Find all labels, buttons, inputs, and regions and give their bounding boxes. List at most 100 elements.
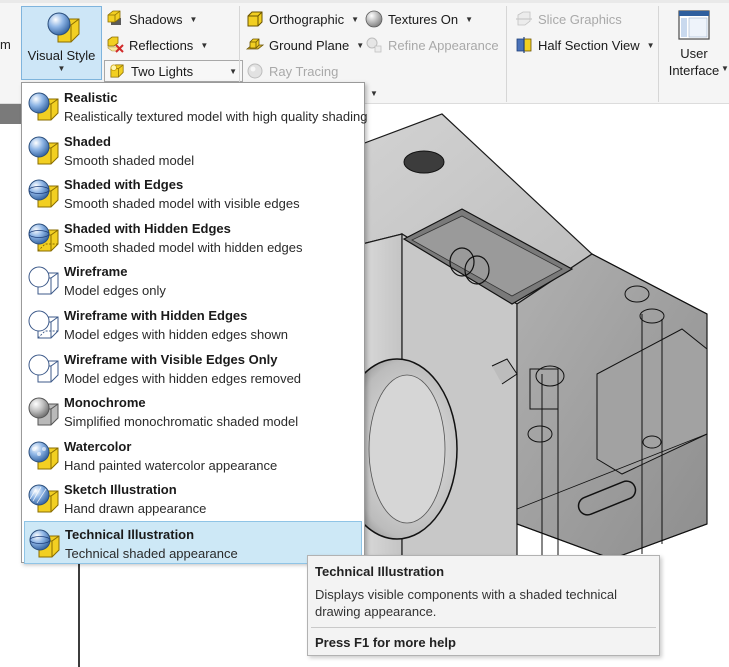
ribbon-separator [506,6,507,102]
menu-item-description: Hand painted watercolor appearance [64,457,278,473]
chevron-down-icon: ▼ [721,64,729,73]
shaded-style-icon [28,136,59,165]
sketch-style-icon [28,484,59,513]
menu-item-title: Monochrome [64,395,146,411]
menu-item-description: Model edges with hidden edges removed [64,370,302,386]
menu-item-title: Wireframe with Visible Edges Only [64,351,278,367]
wireframe-hidden-edges-style-icon [28,310,59,339]
chevron-down-icon: ▼ [200,40,209,50]
visual-style-button[interactable]: Visual Style ▼ [21,6,102,80]
model-top-hole [403,150,445,174]
textures-on-button[interactable]: Textures On ▼ [365,8,473,30]
ribbon-separator [658,6,659,102]
tooltip-separator [311,627,656,628]
menu-item[interactable]: Shaded with Hidden Edges Smooth shaded mo… [24,216,362,259]
menu-item-title: Shaded [64,133,111,149]
menu-item-description: Smooth shaded model [64,152,195,168]
menu-item-description: Hand drawn appearance [64,501,207,517]
menu-item-description: Technical shaded appearance [65,546,238,561]
wireframe-style-icon [28,266,59,295]
chevron-down-icon: ▼ [646,40,655,50]
shaded-hidden-edges-style-icon [28,223,59,252]
half-section-icon [516,37,532,53]
menu-item-description: Simplified monochromatic shaded model [64,414,299,430]
user-interface-label-line2: Interface [668,63,720,78]
menu-item[interactable]: Wireframe Model edges only [24,259,362,302]
shadows-label: Shadows [129,11,183,27]
tooltip-description: Displays visible components with a shade… [315,587,618,619]
ground-plane-icon [246,38,264,50]
ray-tracing-icon [247,63,263,79]
chevron-down-icon: ▼ [465,14,474,24]
textures-sphere-icon [365,10,383,28]
half-section-view-button[interactable]: Half Section View ▼ [515,34,655,56]
shadows-icon [107,10,121,25]
realistic-style-icon [28,92,59,121]
reflections-label: Reflections [129,37,194,53]
refine-appearance-icon [366,37,382,53]
menu-item[interactable]: Watercolor Hand painted watercolor appear… [24,434,362,477]
ray-tracing-button[interactable]: Ray Tracing [246,60,338,82]
light-bulb-icon [110,64,124,78]
menu-item[interactable]: Shaded Smooth shaded model [24,129,362,172]
chevron-down-icon: ▼ [189,14,198,24]
wireframe-visible-edges-style-icon [28,354,59,383]
menu-item[interactable]: Wireframe with Visible Edges Only Model e… [24,347,362,390]
truncated-ribbon-label: m [0,37,11,52]
visual-style-menu: Realistic Realistically textured model wi… [21,82,368,564]
menu-item-description: Smooth shaded model with visible edges [64,196,300,212]
reflections-button[interactable]: Reflections ▼ [106,34,208,56]
monochrome-style-icon [28,397,59,426]
menu-item-description: Model edges with hidden edges shown [64,327,289,342]
slice-graphics-icon [516,11,532,26]
half-section-view-label: Half Section View [538,37,640,53]
orthographic-button[interactable]: Orthographic ▼ [246,8,359,30]
menu-item-description: Smooth shaded model with hidden edges [64,239,303,255]
refine-appearance-button[interactable]: Refine Appearance [365,34,499,56]
menu-item-title: Wireframe with Hidden Edges [64,308,248,323]
model-viewport[interactable] [362,104,729,574]
watercolor-style-icon [28,441,59,470]
menu-item[interactable]: Monochrome Simplified monochromatic shade… [24,390,362,433]
tooltip-help-hint: Press F1 for more help [315,635,456,650]
ground-plane-label: Ground Plane [269,37,350,53]
textures-on-label: Textures On [388,11,459,27]
reflections-icon [107,36,124,53]
chevron-down-icon: ▼ [229,67,237,76]
orthographic-label: Orthographic [269,11,345,27]
shaded-edges-style-icon [28,179,59,208]
user-interface-label-line1: User [680,46,708,61]
user-interface-button[interactable]: User Interface ▼ [666,6,729,86]
tooltip: Technical Illustration Displays visible … [307,555,660,656]
menu-item-title: Shaded with Hidden Edges [64,220,231,236]
user-interface-window-icon [678,10,710,40]
shadows-button[interactable]: Shadows ▼ [106,8,197,30]
menu-item-title: Sketch Illustration [64,482,177,498]
chevron-down-icon: ▼ [57,64,66,73]
menu-item-title: Technical Illustration [65,527,195,542]
tooltip-title: Technical Illustration [315,564,445,579]
menu-item-description: Realistically textured model with high q… [64,109,368,124]
menu-item[interactable]: Realistic Realistically textured model wi… [24,85,368,128]
ray-tracing-label: Ray Tracing [269,63,339,79]
menu-item-title: Realistic [64,90,118,105]
visual-style-icon [47,12,80,43]
menu-item-title: Wireframe [64,264,128,280]
ribbon-top-strip [0,0,729,3]
visual-style-label: Visual Style [27,48,96,63]
slice-graphics-button[interactable]: Slice Graphics [515,8,622,30]
refine-appearance-label: Refine Appearance [388,37,499,53]
chevron-down-icon[interactable]: ▼ [370,89,378,98]
chevron-down-icon: ▼ [351,14,360,24]
lighting-style-select[interactable]: Two Lights ▼ [104,60,243,82]
slice-graphics-label: Slice Graphics [538,11,622,27]
pane-divider [78,560,80,667]
technical-style-icon [29,529,60,558]
menu-item[interactable]: Sketch Illustration Hand drawn appearance [24,477,362,520]
menu-item[interactable]: Wireframe with Hidden Edges Model edges w… [24,303,362,346]
orthographic-cube-icon [247,11,263,27]
menu-item[interactable]: Shaded with Edges Smooth shaded model wit… [24,172,362,215]
lighting-style-value: Two Lights [131,63,194,79]
browser-pane-edge [0,104,21,124]
ground-plane-button[interactable]: Ground Plane ▼ [246,34,364,56]
